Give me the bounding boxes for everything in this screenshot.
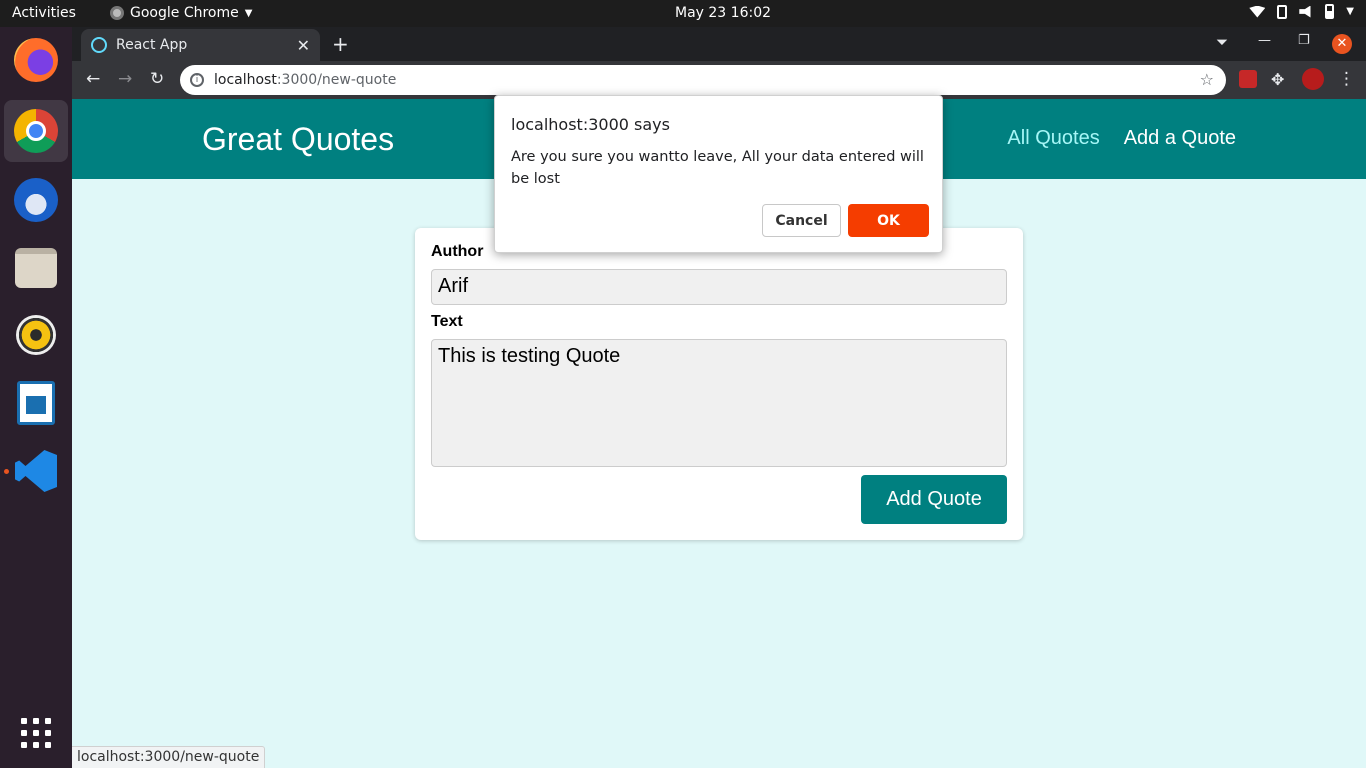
chrome-icon (110, 6, 124, 20)
activities-button[interactable]: Activities (12, 5, 76, 21)
volume-icon (1299, 5, 1311, 18)
text-label: Text (431, 313, 463, 330)
firefox-icon (14, 38, 58, 82)
author-input[interactable]: Arif (431, 269, 1007, 305)
main-nav: All Quotes Add a Quote (1007, 127, 1236, 150)
tab-title: React App (116, 37, 188, 53)
ok-button[interactable]: OK (848, 204, 929, 237)
react-icon (91, 37, 107, 53)
confirm-dialog: localhost:3000 says Are you sure you wan… (494, 95, 943, 253)
close-window-button[interactable]: ✕ (1332, 34, 1352, 54)
profile-avatar[interactable] (1302, 68, 1324, 90)
thunderbird-icon (14, 178, 58, 222)
author-label: Author (431, 243, 484, 260)
browser-menu-icon[interactable]: ⋮ (1338, 69, 1355, 89)
tab-search-icon[interactable]: ⏷ (1216, 33, 1228, 51)
quote-form-card: Author Arif Text This is testing Quote A… (415, 228, 1023, 540)
nav-all-quotes[interactable]: All Quotes (1007, 127, 1099, 150)
dock-vscode[interactable] (12, 447, 60, 495)
status-url-bubble: localhost:3000/new-quote (72, 746, 266, 768)
new-tab-button[interactable]: + (332, 32, 349, 56)
chevron-down-icon: ▼ (1346, 6, 1354, 17)
nav-add-quote[interactable]: Add a Quote (1124, 127, 1236, 150)
files-icon (15, 248, 57, 288)
app-menu-label: Google Chrome (130, 5, 239, 21)
running-indicator (4, 469, 9, 474)
back-button[interactable]: ← (86, 69, 100, 89)
add-quote-button[interactable]: Add Quote (861, 475, 1007, 524)
system-top-bar: Activities Google Chrome ▼ May 23 16:02 … (0, 0, 1366, 27)
forward-button[interactable]: → (118, 69, 132, 89)
dock-rhythmbox[interactable] (12, 311, 60, 359)
tab-react-app[interactable]: React App ✕ (81, 29, 320, 61)
battery-icon (1325, 4, 1335, 19)
url-host: localhost (214, 72, 277, 88)
chrome-icon (14, 109, 58, 153)
chevron-down-icon: ▼ (244, 7, 253, 19)
dock (0, 27, 72, 768)
app-logo: Great Quotes (202, 121, 395, 157)
extension-icon[interactable] (1239, 70, 1257, 88)
bluetooth-icon (1277, 4, 1288, 19)
dock-firefox[interactable] (12, 36, 60, 84)
app-grid-icon (21, 718, 51, 748)
minimize-button[interactable]: — (1258, 33, 1271, 48)
info-icon[interactable]: i (190, 73, 204, 87)
dialog-title: localhost:3000 says (511, 115, 670, 134)
close-tab-icon[interactable]: ✕ (297, 36, 310, 55)
dock-thunderbird[interactable] (12, 176, 60, 224)
quote-textarea[interactable]: This is testing Quote (431, 339, 1007, 467)
extensions-puzzle-icon[interactable]: ✥ (1271, 70, 1289, 89)
dialog-message: Are you sure you wantto leave, All your … (511, 149, 924, 187)
browser-toolbar: ← → ↻ i localhost:3000/new-quote ☆ ✥ ⋮ (72, 61, 1366, 99)
rhythmbox-icon (16, 315, 56, 355)
reload-button[interactable]: ↻ (150, 69, 164, 89)
system-tray[interactable]: ▼ (1249, 4, 1354, 19)
wifi-icon (1249, 5, 1266, 18)
url-path: :3000/new-quote (276, 72, 397, 88)
vscode-icon (15, 450, 57, 492)
address-bar[interactable]: i localhost:3000/new-quote ☆ (180, 65, 1226, 95)
clock[interactable]: May 23 16:02 (675, 5, 771, 21)
restore-button[interactable]: ❐ (1298, 33, 1310, 48)
writer-icon (17, 381, 55, 425)
dock-files[interactable] (12, 244, 60, 292)
show-apps-button[interactable] (12, 709, 60, 757)
tab-strip: React App ✕ + ⏷ — ❐ ✕ (72, 27, 1366, 61)
cancel-button[interactable]: Cancel (762, 204, 841, 237)
bookmark-star-icon[interactable]: ☆ (1200, 70, 1214, 89)
dock-writer[interactable] (12, 379, 60, 427)
dock-chrome[interactable] (4, 100, 68, 162)
app-menu[interactable]: Google Chrome ▼ (110, 5, 252, 21)
